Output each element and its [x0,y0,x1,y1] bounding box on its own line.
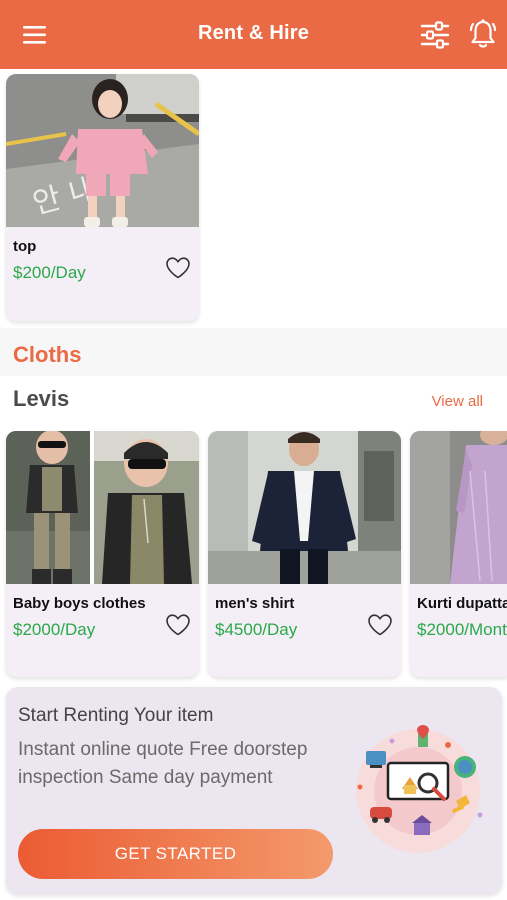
bell-icon[interactable] [468,18,498,50]
get-started-button[interactable]: GET STARTED [18,829,333,879]
promo-title: Start Renting Your item [18,705,214,726]
product-image [6,431,199,584]
heart-outline-icon[interactable] [367,613,393,637]
app-bar: Rent & Hire [0,0,507,69]
product-name: Kurti dupatta [417,595,507,612]
product-image [410,431,507,584]
rental-illustration [330,723,496,853]
product-card[interactable]: Baby boys clothes $2000/Day [6,431,199,677]
product-name: Baby boys clothes [13,595,146,612]
promo-description: Instant online quote Free doorstep inspe… [18,739,308,788]
view-all-link[interactable]: View all [432,393,483,410]
product-price: $200/Day [13,263,86,282]
promo-banner: Start Renting Your item Instant online q… [6,687,502,894]
product-name: men's shirt [215,595,295,612]
heart-outline-icon[interactable] [165,256,191,280]
product-image [208,431,401,584]
product-name: top [13,238,37,255]
product-card[interactable]: Kurti dupatta $2000/Month [410,431,507,677]
sliders-filter-icon[interactable] [419,20,451,50]
subsection-title-levis: Levis [13,386,70,411]
product-price: $2000/Day [13,620,96,639]
product-card[interactable]: men's shirt $4500/Day [208,431,401,677]
product-price: $4500/Day [215,620,298,639]
product-price: $2000/Month [417,620,507,639]
heart-outline-icon[interactable] [165,613,191,637]
section-title-cloths: Cloths [13,342,82,367]
product-image-top: 안 내 [6,74,199,227]
product-card-top[interactable]: 안 내 top $200/Day [6,74,199,321]
